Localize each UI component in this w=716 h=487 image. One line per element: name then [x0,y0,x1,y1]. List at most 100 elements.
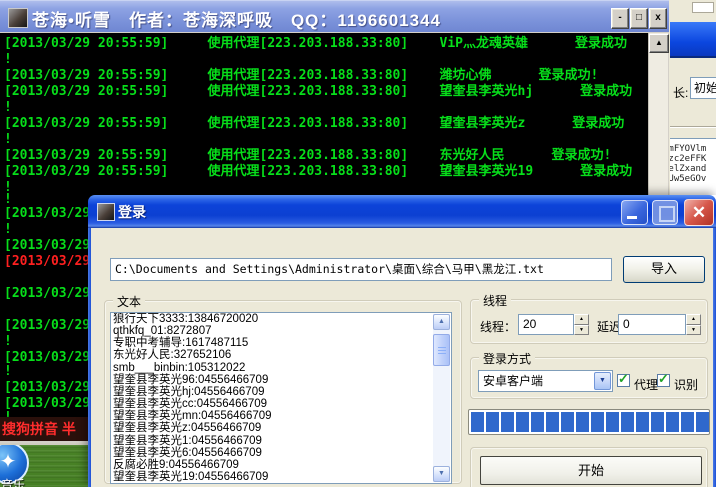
log-fragment: [2013/03/29 [4,350,90,366]
spin-up-icon[interactable]: ▲ [574,314,589,325]
login-method-dropdown[interactable]: 安卓客户端 ▼ [478,370,613,392]
log-fragment: ! [4,222,12,238]
scroll-up-icon[interactable]: ▲ [649,34,669,53]
progress-segment [471,412,484,432]
divider [670,126,716,128]
account-list-item: 狼行天下3333:13846720020 [111,313,451,325]
account-list-item: 反腐必胜9:04556466709 [111,459,451,471]
log-fragment: [2013/03/29 [4,254,90,270]
progress-segment [546,412,559,432]
progress-segment [681,412,694,432]
main-window-title: 苍海•听雪 作者：苍海深呼吸 QQ：1196601344 [32,6,441,31]
account-list-item: 望奎县李英光mn:04556466709 [111,410,451,422]
checkmark-icon: ✓ [658,371,669,387]
ime-toolbar[interactable]: 搜狗拼音 半 [0,417,91,441]
account-list-item: 专职中考辅导:1617487115 [111,337,451,349]
maximize-button[interactable]: □ [630,8,648,29]
checkmark-icon: ✓ [618,371,629,387]
dialog-title: 登录 [118,202,146,222]
log-fragment: ! [4,334,12,350]
account-list-item: 望奎县李英光96:04556466709 [111,374,451,386]
dialog-maximize-button[interactable] [652,200,678,225]
main-titlebar[interactable]: 苍海•听雪 作者：苍海深呼吸 QQ：1196601344 - □ x [0,0,669,32]
progress-bar-fill [471,412,707,432]
account-list-item: 望奎县李英光1:04556466709 [111,435,451,447]
dialog-close-button[interactable]: ✕ [684,199,714,226]
account-list-item: smb___binbin:105312022 [111,362,451,374]
progress-segment [576,412,589,432]
detect-checkbox[interactable]: ✓ [657,374,670,387]
log-fragment: [2013/03/29 [4,286,90,302]
proxy-checkbox[interactable]: ✓ [617,374,630,387]
dialog-titlebar[interactable]: 登录 ✕ [88,195,716,228]
account-list-item: 望奎县李英光cc:04556466709 [111,398,451,410]
log-fragment: ! [4,364,12,380]
delay-stepper[interactable]: ▲ ▼ [686,314,701,335]
account-list-item: qthkfq_01:8272807 [111,325,451,337]
proxy-checkbox-label: 代理 [634,376,658,393]
desktop-icon-label: 音乐 [1,476,25,487]
log-fragment: [2013/03/29 [4,380,90,396]
dialog-border [88,228,91,487]
status-label: 长: [673,84,688,101]
account-list-item: 东光好人民:327652106 [111,349,451,361]
side-window-header [670,22,716,58]
log-fragment: [2013/03/29 [4,238,90,254]
detect-checkbox-label: 识别 [674,376,698,393]
start-button[interactable]: 开始 [480,456,702,485]
progress-segment [561,412,574,432]
login-dialog: 登录 ✕ C:\Documents and Settings\Administr… [88,195,716,487]
login-method-value: 安卓客户端 [483,374,543,388]
progress-segment [696,412,709,432]
delay-field[interactable]: 0 [618,314,686,335]
progress-segment [651,412,664,432]
progress-segment [486,412,499,432]
scroll-down-icon[interactable]: ▼ [433,466,450,482]
dialog-minimize-button[interactable] [621,200,648,225]
maximize-icon [659,206,675,222]
progress-segment [606,412,619,432]
account-list-item: 望奎县李英光6:04556466709 [111,447,451,459]
dialog-icon [97,203,115,221]
account-list-item: 望奎县李英光19:04556466709 [111,471,451,483]
screen: ✦ 音乐 长: 初始 amFYOVlm Qzc2eFFK xelZxand IU… [0,0,716,487]
progress-segment [591,412,604,432]
progress-segment [516,412,529,432]
minimize-icon [627,216,637,219]
text-group-label: 文本 [113,293,145,310]
log-fragment: [2013/03/29 [4,396,90,412]
spin-up-icon[interactable]: ▲ [686,314,701,325]
scroll-up-icon[interactable]: ▲ [433,314,450,330]
progress-segment [531,412,544,432]
spin-down-icon[interactable]: ▼ [574,325,589,336]
thread-count-field[interactable]: 20 [518,314,574,335]
minimize-button[interactable]: - [611,8,629,29]
listbox-scrollbar[interactable]: ▲ ▼ [433,314,450,482]
code-lines: amFYOVlm Qzc2eFFK xelZxand IUw5eGOv [670,144,706,184]
thread-label: 线程： [480,318,516,335]
close-button[interactable]: x [649,8,667,29]
log-fragment: [2013/03/29 [4,206,90,222]
account-list-item: 望奎县李英光z:04556466709 [111,422,451,434]
thread-group-label: 线程 [479,292,511,309]
thumb-grip [438,347,446,354]
progress-segment [636,412,649,432]
progress-segment [621,412,634,432]
thread-stepper[interactable]: ▲ ▼ [574,314,589,335]
code-panel: amFYOVlm Qzc2eFFK xelZxand IUw5eGOv [670,138,716,201]
window-fragment [692,2,714,13]
progress-segment [666,412,679,432]
log-fragment: [2013/03/29 [4,318,90,334]
file-path-input[interactable]: C:\Documents and Settings\Administrator\… [110,258,612,281]
progress-bar [468,409,710,435]
account-listbox-content: 狼行天下3333:13846720020qthkfq_01:8272807专职中… [111,313,451,483]
import-button[interactable]: 导入 [623,256,705,283]
status-field[interactable]: 初始 [690,77,716,99]
spin-down-icon[interactable]: ▼ [686,325,701,336]
pinwheel-icon: ✦ [0,451,16,473]
account-listbox[interactable]: 狼行天下3333:13846720020qthkfq_01:8272807专职中… [110,312,452,484]
app-icon [8,8,28,28]
scrollbar-thumb[interactable] [433,334,450,366]
chevron-down-icon[interactable]: ▼ [594,372,611,390]
login-group-label: 登录方式 [479,350,535,367]
